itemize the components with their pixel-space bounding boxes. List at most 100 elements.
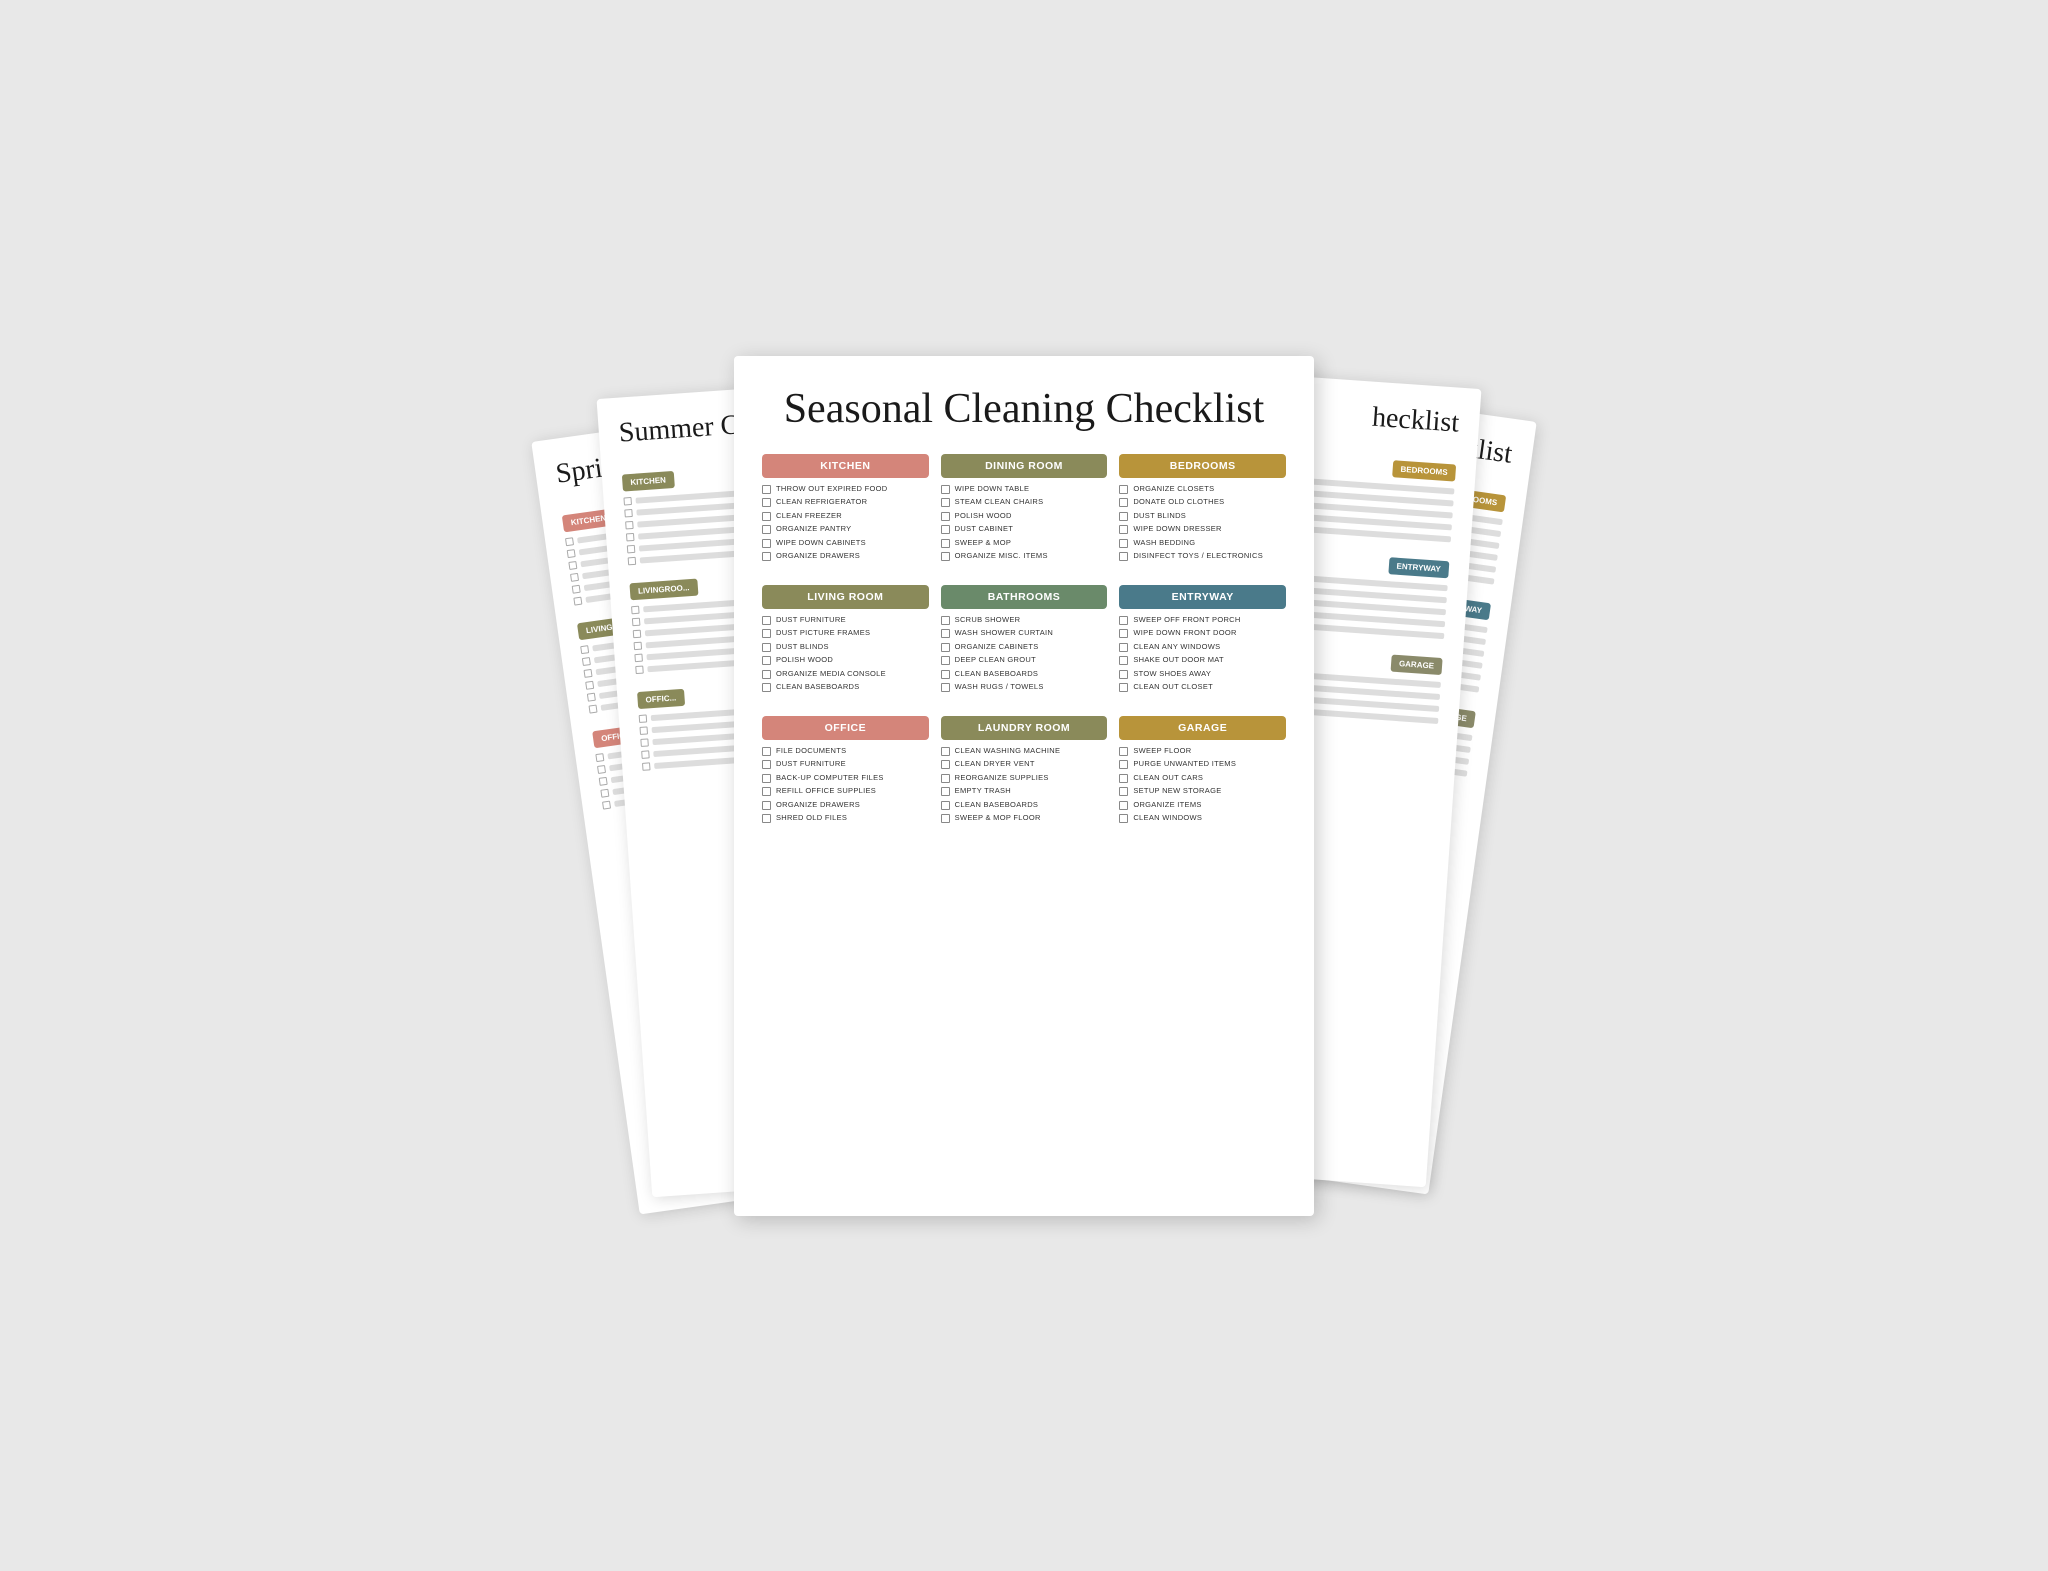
- laundry-header: LAUNDRY ROOM: [941, 716, 1108, 740]
- checkbox[interactable]: [762, 814, 771, 823]
- bath-item-5: CLEAN BASEBOARDS: [941, 669, 1108, 679]
- checkbox[interactable]: [1119, 485, 1128, 494]
- checkbox[interactable]: [941, 683, 950, 692]
- mid-right-entryway-label: ENTRYWAY: [1388, 557, 1449, 578]
- checkbox[interactable]: [762, 801, 771, 810]
- kitchen-item-2: CLEAN REFRIGERATOR: [762, 497, 929, 507]
- checkbox[interactable]: [941, 787, 950, 796]
- living-item-6: CLEAN BASEBOARDS: [762, 682, 929, 692]
- checkbox[interactable]: [1119, 670, 1128, 679]
- checkbox[interactable]: [762, 656, 771, 665]
- office-section: OFFICE FILE DOCUMENTS DUST FURNITURE BAC…: [762, 716, 929, 827]
- item-text: ORGANIZE DRAWERS: [776, 800, 860, 810]
- item-text: CLEAN BASEBOARDS: [955, 669, 1039, 679]
- item-text: WASH SHOWER CURTAIN: [955, 628, 1053, 638]
- checkbox[interactable]: [941, 616, 950, 625]
- dining-room-header: DINING ROOM: [941, 454, 1108, 478]
- checkbox[interactable]: [1119, 643, 1128, 652]
- checkbox[interactable]: [941, 814, 950, 823]
- checkbox[interactable]: [762, 683, 771, 692]
- checkbox[interactable]: [941, 760, 950, 769]
- checkbox[interactable]: [762, 616, 771, 625]
- item-text: ORGANIZE DRAWERS: [776, 551, 860, 561]
- checkbox[interactable]: [762, 629, 771, 638]
- checkbox[interactable]: [762, 787, 771, 796]
- bath-item-4: DEEP CLEAN GROUT: [941, 655, 1108, 665]
- checkbox[interactable]: [762, 643, 771, 652]
- checkbox[interactable]: [1119, 801, 1128, 810]
- checkbox[interactable]: [941, 656, 950, 665]
- item-text: STEAM CLEAN CHAIRS: [955, 497, 1044, 507]
- item-text: ORGANIZE MISC. ITEMS: [955, 551, 1048, 561]
- item-text: CLEAN WINDOWS: [1133, 813, 1202, 823]
- item-text: DUST PICTURE FRAMES: [776, 628, 870, 638]
- checkbox[interactable]: [941, 629, 950, 638]
- checkbox[interactable]: [762, 774, 771, 783]
- laundry-item-1: CLEAN WASHING MACHINE: [941, 746, 1108, 756]
- checkbox[interactable]: [941, 801, 950, 810]
- garage-header: GARAGE: [1119, 716, 1286, 740]
- bedrooms-item-6: DISINFECT TOYS / ELECTRONICS: [1119, 551, 1286, 561]
- item-text: WIPE DOWN CABINETS: [776, 538, 866, 548]
- checkbox[interactable]: [941, 774, 950, 783]
- checkbox[interactable]: [941, 498, 950, 507]
- checkbox[interactable]: [1119, 747, 1128, 756]
- item-text: POLISH WOOD: [776, 655, 833, 665]
- dining-item-4: DUST CABINET: [941, 524, 1108, 534]
- checkbox[interactable]: [762, 747, 771, 756]
- checkbox[interactable]: [1119, 760, 1128, 769]
- checkbox[interactable]: [762, 670, 771, 679]
- checkbox[interactable]: [762, 760, 771, 769]
- checkbox[interactable]: [941, 552, 950, 561]
- item-text: FILE DOCUMENTS: [776, 746, 846, 756]
- checkbox[interactable]: [762, 498, 771, 507]
- checkbox[interactable]: [1119, 629, 1128, 638]
- entryway-section: ENTRYWAY SWEEP OFF FRONT PORCH WIPE DOWN…: [1119, 585, 1286, 696]
- bedrooms-section: BEDROOMS ORGANIZE CLOSETS DONATE OLD CLO…: [1119, 454, 1286, 565]
- checkbox[interactable]: [762, 525, 771, 534]
- item-text: DONATE OLD CLOTHES: [1133, 497, 1224, 507]
- checkbox[interactable]: [1119, 616, 1128, 625]
- item-text: BACK-UP COMPUTER FILES: [776, 773, 884, 783]
- checkbox[interactable]: [1119, 512, 1128, 521]
- item-text: DUST BLINDS: [776, 642, 829, 652]
- checkbox[interactable]: [762, 539, 771, 548]
- checkbox[interactable]: [1119, 525, 1128, 534]
- dining-item-1: WIPE DOWN TABLE: [941, 484, 1108, 494]
- checkbox[interactable]: [941, 525, 950, 534]
- checkbox[interactable]: [1119, 787, 1128, 796]
- checkbox[interactable]: [1119, 683, 1128, 692]
- checkbox[interactable]: [941, 485, 950, 494]
- item-text: CLEAN FREEZER: [776, 511, 842, 521]
- living-item-3: DUST BLINDS: [762, 642, 929, 652]
- item-text: CLEAN BASEBOARDS: [776, 682, 860, 692]
- checkbox[interactable]: [941, 539, 950, 548]
- item-text: CLEAN DRYER VENT: [955, 759, 1035, 769]
- checkbox[interactable]: [1119, 539, 1128, 548]
- checkbox[interactable]: [1119, 552, 1128, 561]
- bath-item-1: SCRUB SHOWER: [941, 615, 1108, 625]
- checkbox[interactable]: [941, 747, 950, 756]
- checkbox[interactable]: [762, 485, 771, 494]
- checkbox[interactable]: [941, 643, 950, 652]
- dining-item-3: POLISH WOOD: [941, 511, 1108, 521]
- office-item-4: REFILL OFFICE SUPPLIES: [762, 786, 929, 796]
- checkbox[interactable]: [1119, 656, 1128, 665]
- kitchen-section: KITCHEN THROW OUT EXPIRED FOOD CLEAN REF…: [762, 454, 929, 565]
- checkbox[interactable]: [762, 552, 771, 561]
- dining-item-6: ORGANIZE MISC. ITEMS: [941, 551, 1108, 561]
- kitchen-header: KITCHEN: [762, 454, 929, 478]
- laundry-item-2: CLEAN DRYER VENT: [941, 759, 1108, 769]
- checkbox[interactable]: [1119, 814, 1128, 823]
- item-text: POLISH WOOD: [955, 511, 1012, 521]
- checkbox[interactable]: [941, 670, 950, 679]
- item-text: WIPE DOWN TABLE: [955, 484, 1030, 494]
- item-text: SWEEP OFF FRONT PORCH: [1133, 615, 1240, 625]
- checkbox[interactable]: [1119, 498, 1128, 507]
- checkbox[interactable]: [1119, 774, 1128, 783]
- entry-item-2: WIPE DOWN FRONT DOOR: [1119, 628, 1286, 638]
- checkbox[interactable]: [762, 512, 771, 521]
- checkbox[interactable]: [941, 512, 950, 521]
- checklist-grid: KITCHEN THROW OUT EXPIRED FOOD CLEAN REF…: [762, 454, 1286, 831]
- item-text: SHAKE OUT DOOR MAT: [1133, 655, 1224, 665]
